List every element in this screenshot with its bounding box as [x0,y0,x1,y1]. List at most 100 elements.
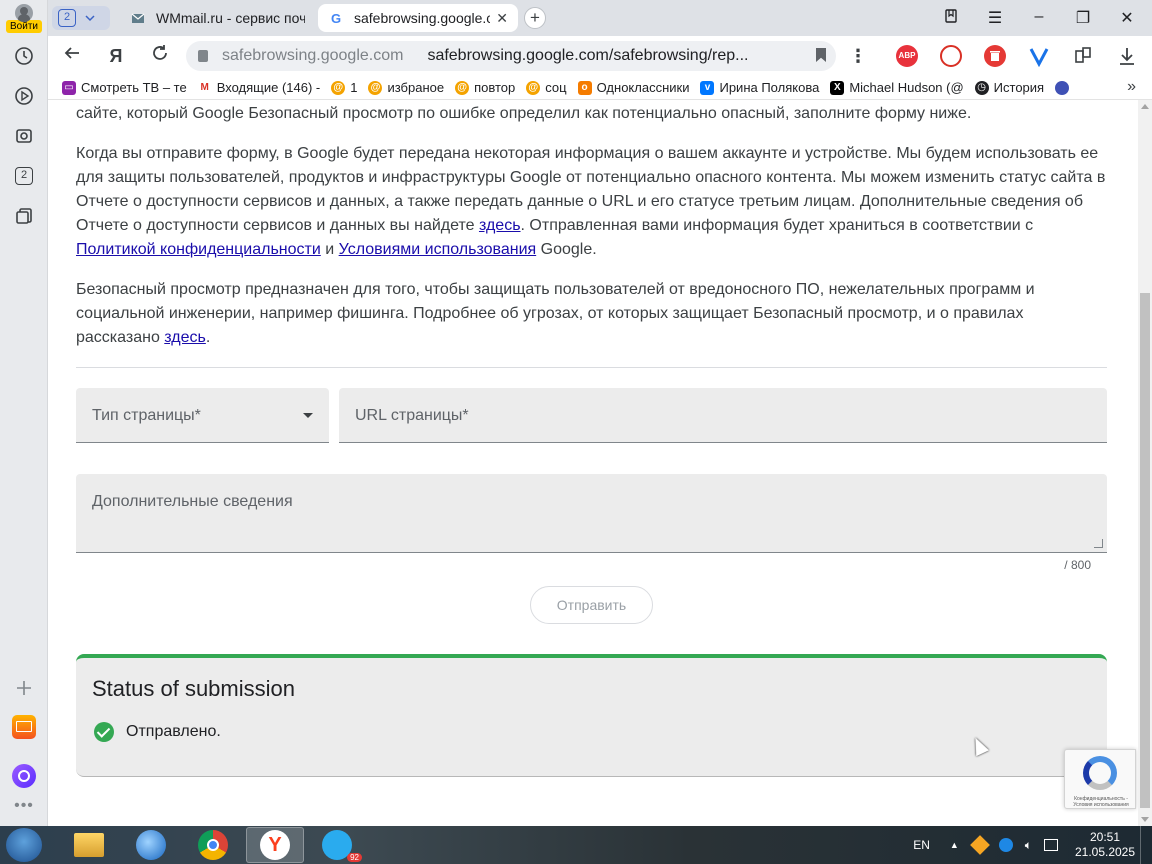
plus-icon[interactable] [8,672,40,704]
bookmark-item[interactable]: ▭ Смотреть ТВ – те [62,80,187,95]
lock-icon [198,50,208,62]
tray-arrow-icon[interactable]: ▲ [950,840,959,850]
clock[interactable]: 20:51 21.05.2025 [1070,830,1140,860]
show-desktop-button[interactable] [1140,826,1152,864]
bookmark-label: Ирина Полякова [719,80,820,95]
telegram-badge: 92 [347,853,362,862]
mail-icon[interactable] [8,711,40,743]
tab-count-icon[interactable]: 2 [8,160,40,192]
taskbar: Y 92 EN ▲ 🔈︎ 20:51 21.05.2025 [0,826,1152,864]
telegram-icon[interactable]: 92 [308,827,366,863]
tab-group-count: 2 [58,9,76,27]
recaptcha-logo-icon [1083,756,1117,790]
bookmark-label: Смотреть ТВ – те [81,80,187,95]
bookmarks-panel-icon[interactable] [940,8,962,29]
collections-icon[interactable] [8,200,40,232]
language-indicator[interactable]: EN [913,838,930,852]
about-paragraph: Безопасный просмотр предназначен для тог… [76,278,1107,350]
trash-extension-icon[interactable] [984,45,1006,67]
clock-time: 20:51 [1089,830,1121,844]
yandex-browser-icon[interactable]: Y [246,827,304,863]
page-url-input[interactable]: URL страницы* [339,388,1107,443]
bookmark-label: Входящие (146) - [216,80,321,95]
bookmark-item[interactable]: v Ирина Полякова [700,80,819,95]
submit-button[interactable]: Отправить [530,586,653,624]
description: сайте, который Google Безопасный просмот… [76,100,1107,366]
avatar-icon [15,4,33,22]
bookmark-label: Одноклассники [596,80,690,95]
chrome-icon[interactable] [184,827,242,863]
globe-icon[interactable] [122,827,180,863]
page-type-select[interactable]: Тип страницы* [76,388,329,443]
system-tray: EN ▲ 🔈︎ 20:51 21.05.2025 [913,826,1152,864]
reload-icon[interactable] [148,44,172,68]
tray-network-icon[interactable] [998,838,1013,852]
history-icon[interactable] [8,40,40,72]
bookmark-item[interactable]: M Входящие (146) - [197,80,321,95]
tab-safebrowsing[interactable]: G safebrowsing.google.co ✕ [318,4,518,32]
play-circle-icon[interactable] [8,80,40,112]
close-window-icon[interactable]: ✕ [1116,8,1138,28]
tab-bar: 2 WMmail.ru - сервис почто G safebrowsin… [48,0,1152,36]
new-tab-button[interactable]: + [524,7,546,29]
notification-icon[interactable] [1044,839,1058,851]
explorer-icon[interactable] [60,827,118,863]
browser-sidebar: Войти 2 ••• [0,0,48,826]
resize-handle-icon[interactable] [1094,539,1103,548]
status-panel: Status of submission Отправлено. [76,654,1107,777]
bookmark-item[interactable]: @1 [331,80,357,95]
google-favicon-icon: G [330,10,342,26]
extension-icon[interactable] [940,45,962,67]
minimize-icon[interactable]: – [1028,8,1050,26]
page-type-label: Тип страницы* [92,407,201,424]
bookmark-item[interactable]: @ повтор [455,80,515,95]
chevron-down-icon [85,15,95,22]
adblock-label: ABP [898,51,916,60]
details-label: Дополнительные сведения [92,493,293,510]
scrollbar-thumb[interactable] [1140,293,1150,808]
bookmark-item[interactable]: @ избраное [368,80,444,95]
download-icon[interactable] [1116,45,1138,67]
bookmark-item[interactable] [1055,80,1074,95]
tab-group-button[interactable]: 2 [52,6,110,30]
bookmark-item[interactable]: @ соц [526,80,567,95]
more-vertical-icon[interactable]: ⋮ [846,44,870,68]
bookmark-icon[interactable] [816,48,826,62]
vk-icon: v [700,80,715,95]
close-tab-icon[interactable]: ✕ [496,10,508,27]
vpn-extension-icon[interactable] [1028,45,1050,68]
threats-link[interactable]: здесь [164,329,206,346]
alice-icon[interactable] [8,760,40,792]
bookmark-item[interactable]: X Michael Hudson (@ [830,80,964,95]
address-bar[interactable]: safebrowsing.google.com safebrowsing.goo… [186,41,836,71]
privacy-policy-link[interactable]: Политикой конфиденциальности [76,241,321,258]
back-arrow-icon[interactable] [60,44,84,68]
tab-wmmail[interactable]: WMmail.ru - сервис почто [120,4,315,32]
tv-icon: ▭ [62,80,76,95]
adblock-plus-icon[interactable]: ABP [896,45,918,67]
bookmark-item[interactable]: o Одноклассники [577,80,690,95]
scroll-up-icon[interactable] [1141,104,1149,109]
tab-title: safebrowsing.google.co [354,10,491,26]
terms-link[interactable]: Условиями использования [339,241,537,258]
details-textarea[interactable]: Дополнительные сведения [76,474,1107,553]
status-message: Отправлено. [94,722,221,742]
scroll-down-icon[interactable] [1141,817,1149,822]
restore-icon[interactable]: ❐ [1072,8,1094,28]
bookmark-item[interactable]: ◷ История [974,80,1044,95]
volume-icon[interactable]: 🔈︎ [1025,838,1032,853]
extensions-puzzle-icon[interactable] [1072,45,1094,67]
more-bookmarks-icon[interactable]: » [1127,78,1136,96]
scrollbar[interactable] [1138,100,1152,826]
tab-count-label: 2 [15,167,33,185]
tray-app-icon[interactable] [969,835,990,855]
yandex-logo-icon[interactable]: Я [104,44,128,68]
menu-icon[interactable]: ☰ [984,8,1006,28]
camera-icon[interactable] [8,120,40,152]
address-host: safebrowsing.google.com [222,47,404,64]
more-icon[interactable]: ••• [8,790,40,822]
login-button[interactable]: Войти [6,4,42,34]
recaptcha-badge[interactable]: Конфиденциальность - Условия использован… [1064,749,1136,809]
start-button[interactable] [6,828,42,862]
report-link[interactable]: здесь [479,217,521,234]
